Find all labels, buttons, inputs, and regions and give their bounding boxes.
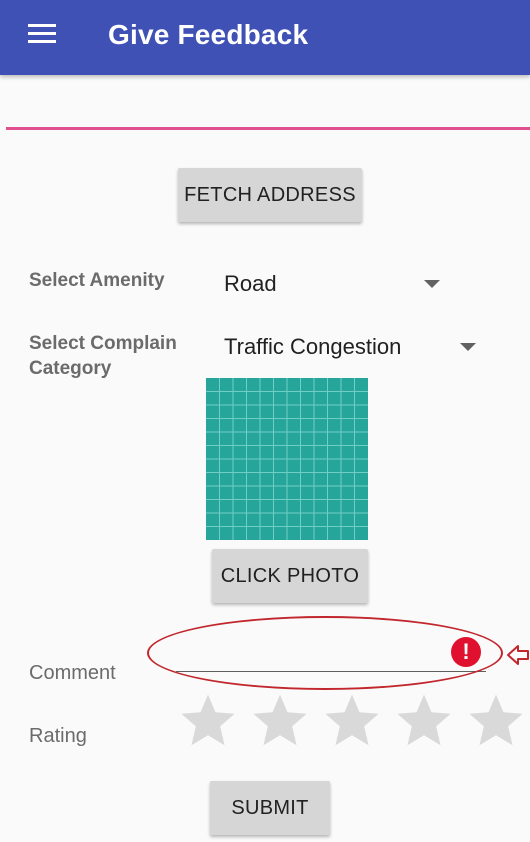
click-photo-button[interactable]: CLICK PHOTO <box>212 549 368 603</box>
hamburger-menu-icon[interactable] <box>28 24 56 44</box>
rating-label: Rating <box>29 725 87 747</box>
address-input[interactable] <box>6 92 530 130</box>
star-icon[interactable] <box>465 690 527 752</box>
star-icon[interactable] <box>249 690 311 752</box>
star-icon[interactable] <box>321 690 383 752</box>
star-icon[interactable] <box>177 690 239 752</box>
rating-bar[interactable] <box>177 690 529 752</box>
amenity-selected-value: Road <box>224 271 277 296</box>
dropdown-arrow-icon <box>460 343 476 351</box>
comment-label: Comment <box>29 662 116 684</box>
photo-placeholder <box>206 378 368 540</box>
complain-category-selected-value: Traffic Congestion <box>224 334 402 359</box>
feedback-screen: Give Feedback FETCH ADDRESS Select Ameni… <box>0 0 530 842</box>
complain-category-spinner[interactable]: Traffic Congestion <box>224 329 486 365</box>
amenity-spinner[interactable]: Road <box>224 266 450 302</box>
page-title: Give Feedback <box>108 19 309 50</box>
annotation-arrow-icon <box>507 645 529 665</box>
complain-category-label: Select Complain Category <box>29 333 177 379</box>
dropdown-arrow-icon <box>424 280 440 288</box>
amenity-label: Select Amenity <box>29 270 165 291</box>
fetch-address-button[interactable]: FETCH ADDRESS <box>178 168 362 222</box>
comment-input[interactable] <box>176 636 486 672</box>
submit-button[interactable]: SUBMIT <box>210 781 330 835</box>
app-bar: Give Feedback <box>0 0 530 75</box>
star-icon[interactable] <box>393 690 455 752</box>
error-icon: ! <box>451 637 481 667</box>
